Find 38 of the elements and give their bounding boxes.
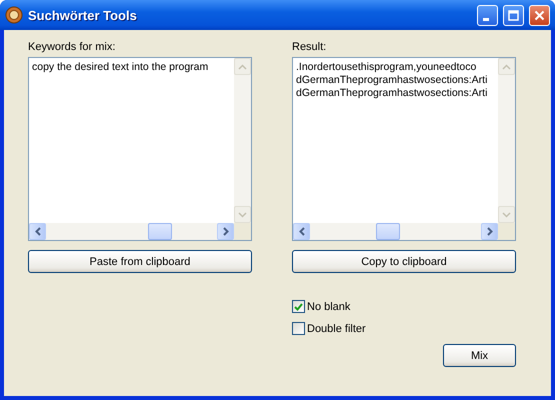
field-label: Keywords for mix: (28, 40, 116, 55)
scroll-thumb[interactable] (376, 223, 400, 240)
text-line: copy the desired text into the program (32, 61, 208, 74)
check-icon (294, 302, 303, 310)
keywords-text-area[interactable]: copy the desired text into the program (28, 57, 252, 241)
copy-button[interactable]: Copy to clipboard (292, 250, 516, 273)
vertical-scrollbar[interactable] (498, 58, 515, 223)
field-label: Result: (292, 40, 328, 55)
horizontal-scrollbar[interactable] (29, 223, 234, 240)
window-title: Suchwörter Tools (28, 8, 138, 22)
app-icon (5, 6, 23, 24)
scroll-right-icon[interactable] (481, 223, 498, 240)
scroll-left-icon[interactable] (293, 223, 310, 240)
checkbox-label: No blank (307, 300, 350, 312)
horizontal-scrollbar[interactable] (293, 223, 498, 240)
paste-button[interactable]: Paste from clipboard (28, 250, 252, 273)
scroll-left-icon[interactable] (29, 223, 46, 240)
text-line: .Inordertousethisprogram,youneedtoco (296, 61, 476, 74)
maximize-icon (508, 10, 519, 20)
checkbox-label: Double filter (307, 322, 366, 334)
text-line: dGermanTheprogramhastwosections:Arti (296, 87, 488, 100)
result-text-area[interactable]: .Inordertousethisprogram,youneedtoco dGermanTheprogramhastwosections:Arti dGermanTheprogramhastwosections:Arti (292, 57, 516, 241)
minimize-button[interactable] (477, 4, 498, 26)
checkbox[interactable] (292, 300, 305, 313)
scroll-up-icon[interactable] (234, 58, 251, 75)
close-button[interactable] (529, 4, 550, 26)
vertical-scrollbar[interactable] (234, 58, 251, 223)
mix-button[interactable]: Mix (443, 344, 516, 367)
scroll-right-icon[interactable] (217, 223, 234, 240)
text-line: dGermanTheprogramhastwosections:Arti (296, 74, 488, 87)
scrollbar-corner (234, 223, 251, 240)
scrollbar-corner (498, 223, 515, 240)
minimize-icon (483, 18, 489, 20)
checkbox[interactable] (292, 322, 305, 335)
scroll-thumb[interactable] (148, 223, 172, 240)
maximize-button[interactable] (503, 4, 524, 26)
close-icon (534, 10, 545, 20)
scroll-up-icon[interactable] (498, 58, 515, 75)
